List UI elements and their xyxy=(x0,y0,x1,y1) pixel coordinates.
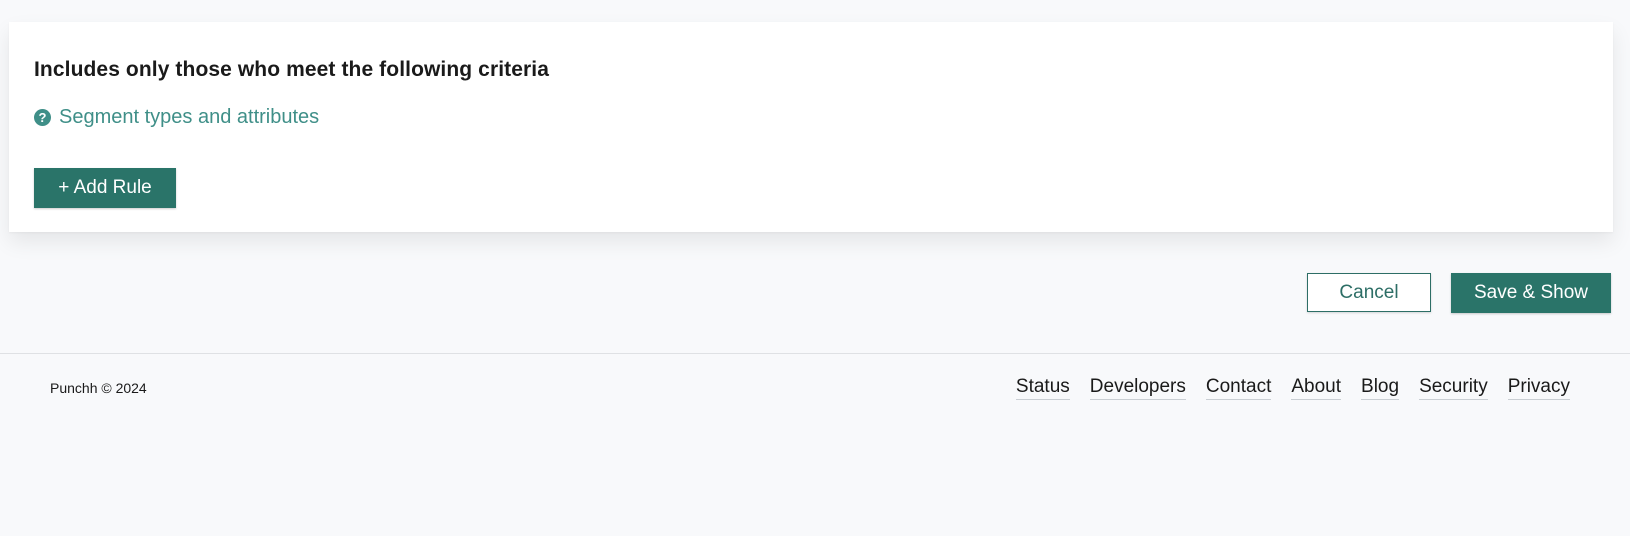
footer-link-security[interactable]: Security xyxy=(1419,376,1488,400)
footer-link-about[interactable]: About xyxy=(1291,376,1342,400)
question-circle-icon: ? xyxy=(34,109,51,126)
footer-link-status[interactable]: Status xyxy=(1015,376,1070,400)
footer-link-privacy[interactable]: Privacy xyxy=(1507,376,1570,400)
segment-types-help-link[interactable]: ? Segment types and attributes xyxy=(34,106,319,129)
footer-links: Status Developers Contact About Blog Sec… xyxy=(1015,376,1570,400)
footer-copyright: Punchh © 2024 xyxy=(50,380,147,396)
cancel-button[interactable]: Cancel xyxy=(1307,273,1431,312)
criteria-title: Includes only those who meet the followi… xyxy=(34,58,550,81)
help-link-label: Segment types and attributes xyxy=(59,106,320,128)
footer-link-contact[interactable]: Contact xyxy=(1205,376,1272,400)
footer-link-developers[interactable]: Developers xyxy=(1089,376,1186,400)
segment-criteria-card: Includes only those who meet the followi… xyxy=(9,22,1613,232)
save-and-show-button[interactable]: Save & Show xyxy=(1451,273,1611,313)
footer-divider xyxy=(0,353,1630,354)
footer-link-blog[interactable]: Blog xyxy=(1361,376,1400,400)
add-rule-button[interactable]: + Add Rule xyxy=(34,168,176,208)
